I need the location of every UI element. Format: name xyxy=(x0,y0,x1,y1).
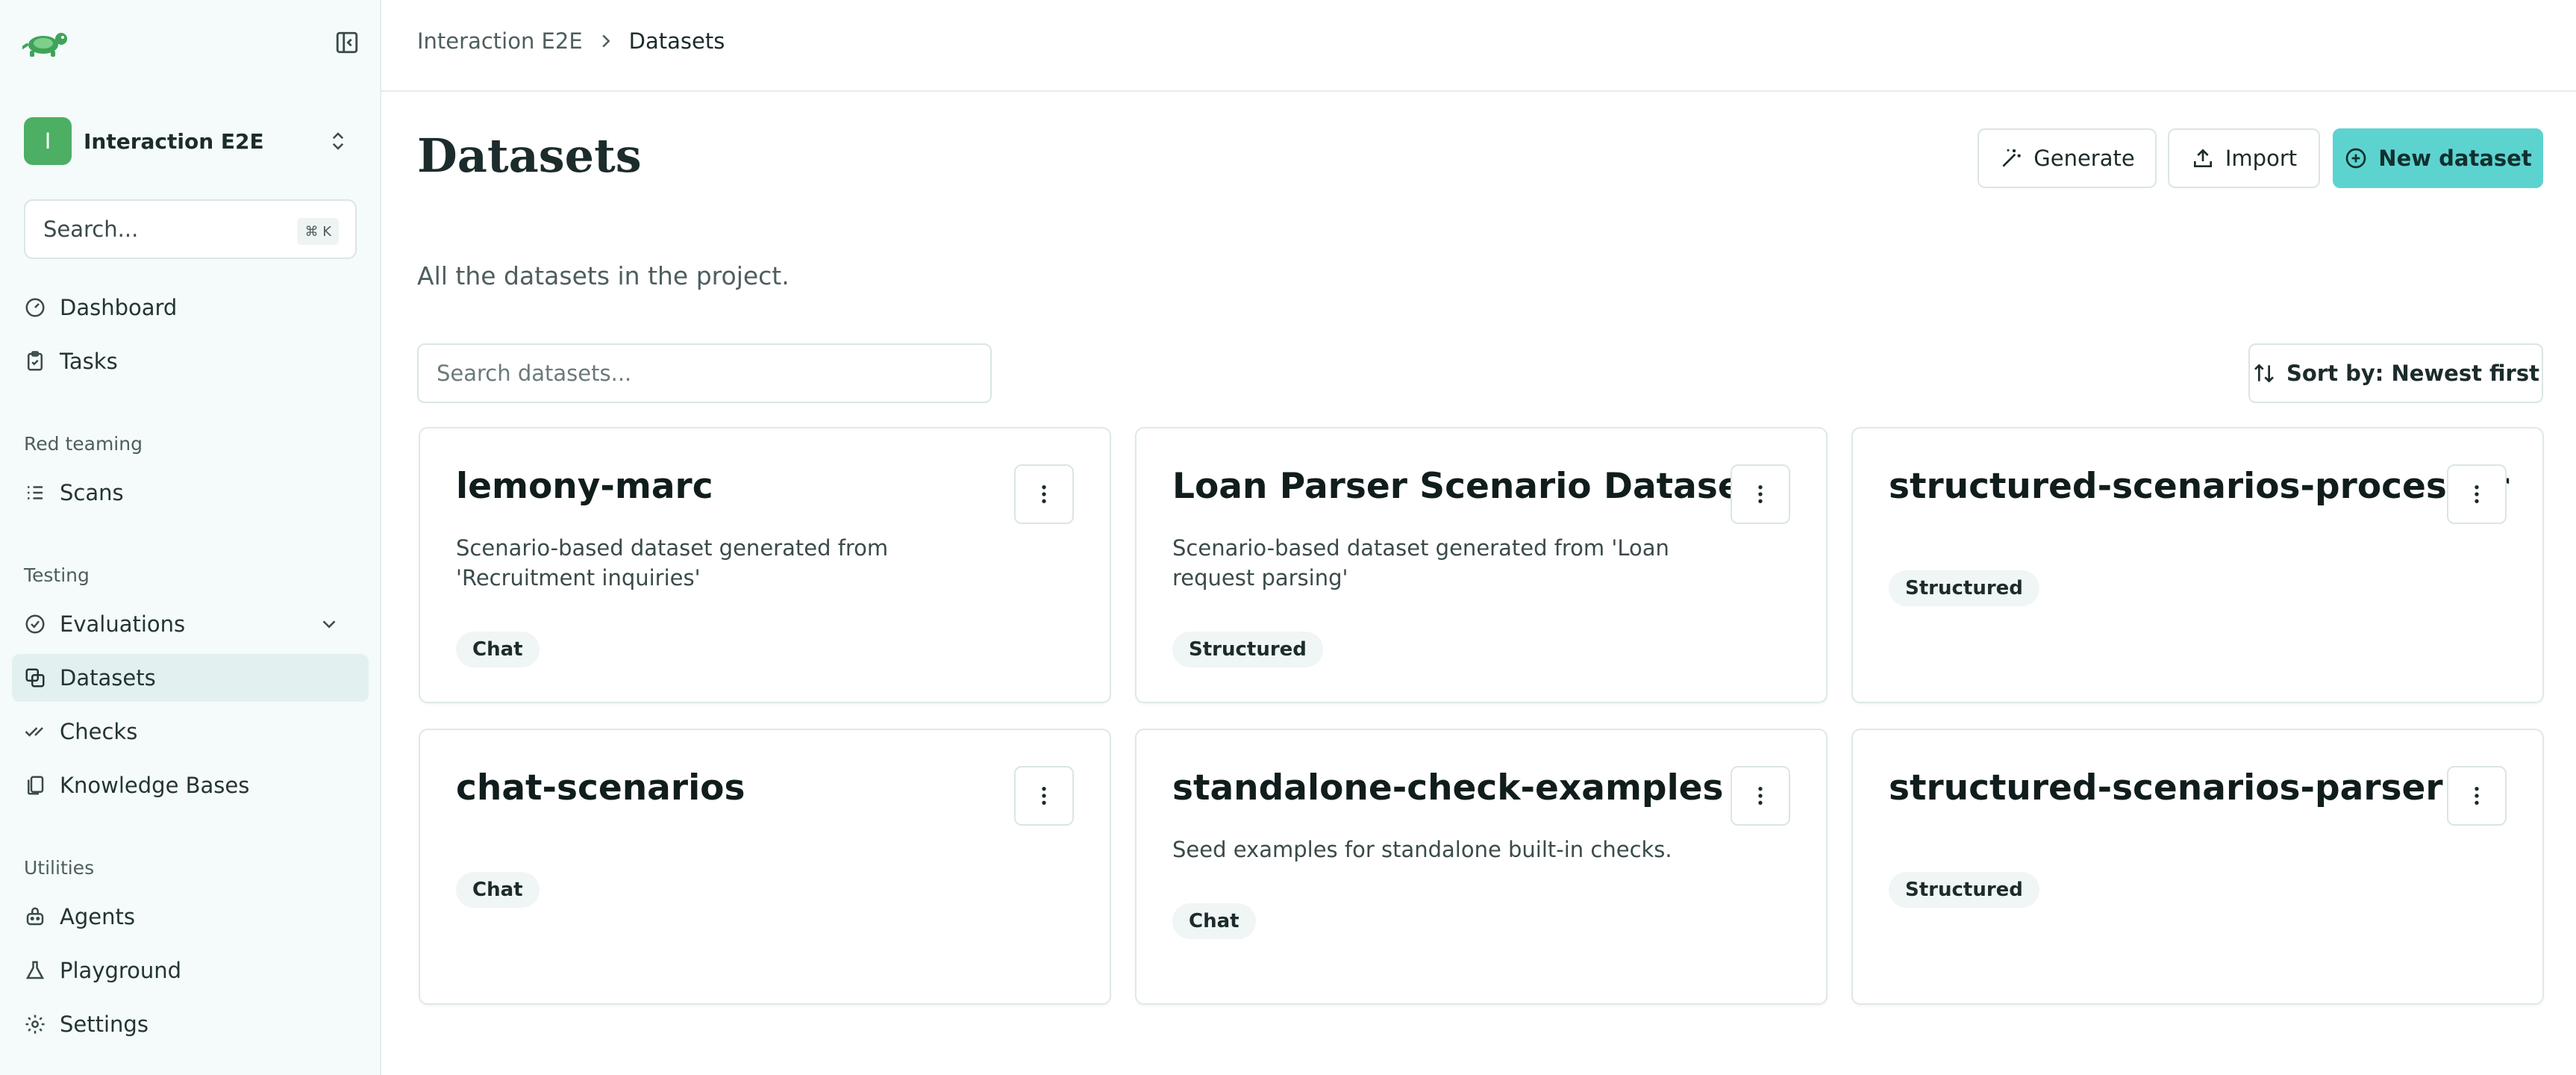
search-placeholder: Search... xyxy=(43,216,139,242)
sidebar-item-tasks[interactable]: Tasks xyxy=(12,337,369,385)
generate-button[interactable]: Generate xyxy=(1978,128,2157,188)
more-vertical-icon xyxy=(2475,485,2479,503)
dataset-type-badge: Chat xyxy=(456,872,540,908)
breadcrumb: Interaction E2E Datasets xyxy=(417,28,725,54)
sidebar-item-label: Datasets xyxy=(60,665,156,691)
clipboard-check-icon xyxy=(28,351,43,371)
sidebar-search-input[interactable]: Search... ⌘ K xyxy=(24,199,357,259)
sidebar-item-settings[interactable]: Settings xyxy=(12,1000,369,1048)
sidebar-item-scans[interactable]: Scans xyxy=(12,469,369,517)
sidebar-item-label: Evaluations xyxy=(60,611,186,637)
dataset-card[interactable]: standalone-check-examples Seed examples … xyxy=(1135,729,1828,1005)
circle-check-icon xyxy=(25,614,45,634)
sidebar-item-label: Agents xyxy=(60,904,135,929)
dataset-title: structured-scenarios-processor xyxy=(1889,466,2510,507)
dataset-card[interactable]: lemony-marc Scenario-based dataset gener… xyxy=(419,427,1111,703)
dataset-title: Loan Parser Scenario Dataset xyxy=(1172,466,1759,507)
sidebar-item-label: Knowledge Bases xyxy=(60,773,250,798)
import-button[interactable]: Import xyxy=(2168,128,2320,188)
card-menu-button[interactable] xyxy=(1731,464,1790,524)
chevrons-up-down-icon xyxy=(332,132,344,150)
dataset-type-badge: Chat xyxy=(456,632,540,667)
more-vertical-icon xyxy=(1758,485,1763,503)
chevron-right-icon xyxy=(602,34,610,48)
generate-label: Generate xyxy=(2033,146,2135,171)
book-copy-icon xyxy=(28,776,44,795)
more-vertical-icon xyxy=(1042,787,1046,805)
double-check-icon xyxy=(25,727,43,737)
dataset-type-badge: Structured xyxy=(1889,570,2039,606)
sidebar-item-evaluations[interactable]: Evaluations xyxy=(12,600,369,648)
dataset-type-badge: Structured xyxy=(1889,872,2039,908)
more-vertical-icon xyxy=(1042,485,1046,503)
dataset-card[interactable]: structured-scenarios-processor Structure… xyxy=(1851,427,2544,703)
dataset-card[interactable]: structured-scenarios-parser Structured xyxy=(1851,729,2544,1005)
import-label: Import xyxy=(2225,146,2298,171)
keyboard-shortcut-badge: ⌘ K xyxy=(297,218,339,245)
new-dataset-button[interactable]: New dataset xyxy=(2333,128,2543,188)
sidebar: I Interaction E2E Search... ⌘ K Dashboar… xyxy=(0,0,381,1075)
top-bar: Interaction E2E Datasets xyxy=(381,0,2576,92)
chevron-down-icon[interactable] xyxy=(318,613,340,635)
gear-icon xyxy=(25,1015,45,1034)
turtle-logo-icon[interactable] xyxy=(22,27,73,60)
dataset-title: lemony-marc xyxy=(456,466,713,507)
sort-button[interactable]: Sort by: Newest first xyxy=(2248,343,2543,403)
dataset-card[interactable]: chat-scenarios Chat xyxy=(419,729,1111,1005)
upload-icon xyxy=(2193,149,2212,167)
sidebar-item-agents[interactable]: Agents xyxy=(12,893,369,941)
dataset-type-badge: Chat xyxy=(1172,903,1256,939)
dataset-card[interactable]: Loan Parser Scenario Dataset Scenario-ba… xyxy=(1135,427,1828,703)
more-vertical-icon xyxy=(2475,787,2479,805)
section-heading-utilities: Utilities xyxy=(24,857,95,879)
new-dataset-label: New dataset xyxy=(2378,146,2532,171)
card-menu-button[interactable] xyxy=(1731,766,1790,826)
section-heading-red-teaming: Red teaming xyxy=(24,433,143,455)
sidebar-item-label: Tasks xyxy=(60,349,118,374)
plus-circle-icon xyxy=(2345,148,2366,169)
sidebar-item-label: Checks xyxy=(60,719,138,744)
dataset-title: structured-scenarios-parser xyxy=(1889,767,2443,808)
magic-wand-icon xyxy=(2002,149,2021,167)
gauge-icon xyxy=(25,298,45,317)
more-vertical-icon xyxy=(1758,787,1763,805)
datasets-icon xyxy=(25,668,45,688)
dataset-type-badge: Structured xyxy=(1172,632,1323,667)
dataset-description: Scenario-based dataset generated from 'R… xyxy=(456,535,889,591)
sidebar-item-dashboard[interactable]: Dashboard xyxy=(12,284,369,331)
project-avatar: I xyxy=(24,117,72,165)
card-menu-button[interactable] xyxy=(1014,464,1074,524)
page-title: Datasets xyxy=(417,128,642,183)
dataset-search-placeholder: Search datasets... xyxy=(437,361,632,386)
sidebar-item-knowledge-bases[interactable]: Knowledge Bases xyxy=(12,761,369,809)
breadcrumb-project[interactable]: Interaction E2E xyxy=(417,28,583,54)
dataset-description: Scenario-based dataset generated from 'L… xyxy=(1172,535,1669,591)
collapse-sidebar-icon[interactable] xyxy=(334,30,360,55)
sidebar-item-label: Scans xyxy=(60,480,124,505)
breadcrumb-current: Datasets xyxy=(628,28,725,54)
sidebar-item-datasets[interactable]: Datasets xyxy=(12,654,369,702)
sidebar-item-playground[interactable]: Playground xyxy=(12,947,369,994)
sidebar-item-checks[interactable]: Checks xyxy=(12,708,369,755)
project-name: Interaction E2E xyxy=(84,128,264,154)
sidebar-item-label: Playground xyxy=(60,958,182,983)
sort-label: Sort by: Newest first xyxy=(2286,361,2539,386)
dataset-search-input[interactable]: Search datasets... xyxy=(417,343,992,403)
card-menu-button[interactable] xyxy=(2447,766,2507,826)
scan-list-icon xyxy=(28,486,43,499)
agent-icon xyxy=(26,907,44,926)
project-switcher[interactable]: I Interaction E2E xyxy=(24,117,360,165)
sort-arrows-icon xyxy=(2254,364,2274,383)
dataset-title: chat-scenarios xyxy=(456,767,745,808)
dataset-description: Seed examples for standalone built-in ch… xyxy=(1172,837,1672,862)
card-menu-button[interactable] xyxy=(1014,766,1074,826)
dataset-title: standalone-check-examples xyxy=(1172,767,1724,808)
card-menu-button[interactable] xyxy=(2447,464,2507,524)
sidebar-item-label: Settings xyxy=(60,1012,149,1037)
flask-icon xyxy=(25,961,45,979)
page-subtitle: All the datasets in the project. xyxy=(417,261,790,290)
sidebar-item-label: Dashboard xyxy=(60,295,178,320)
section-heading-testing: Testing xyxy=(24,564,90,586)
